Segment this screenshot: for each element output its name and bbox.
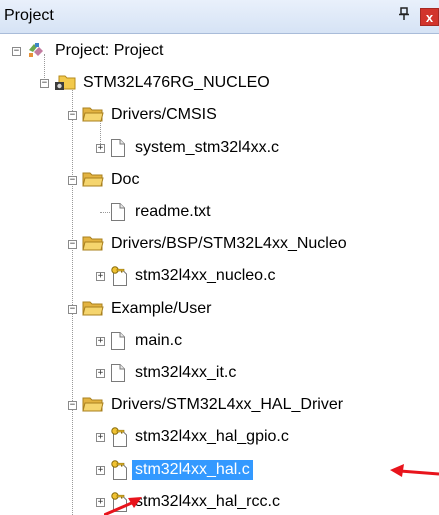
tree-connector	[100, 212, 110, 213]
tree-node-file[interactable]: + stm32l4xx_hal_rcc.c	[0, 488, 439, 515]
panel-titlebar: Project x	[0, 0, 439, 34]
expand-toggle-icon[interactable]: +	[96, 143, 105, 153]
tree-node-file[interactable]: + stm32l4xx_hal.c	[0, 456, 439, 484]
annotation-arrow-bottom	[104, 497, 142, 515]
collapse-toggle-icon[interactable]: −	[68, 401, 77, 411]
pin-icon[interactable]	[398, 7, 410, 24]
tree-node-label: stm32l4xx_hal.c	[132, 459, 253, 480]
tree-node-group[interactable]: − Drivers/BSP/STM32L4xx_Nucleo	[0, 230, 439, 258]
tree-node-label: stm32l4xx_hal_rcc.c	[135, 492, 280, 510]
tree-node-label: stm32l4xx_hal_gpio.c	[135, 428, 289, 446]
tree-node-label: Doc	[111, 170, 140, 188]
tree-node-label: Drivers/CMSIS	[111, 106, 217, 124]
collapse-toggle-icon[interactable]: −	[12, 47, 21, 56]
expand-toggle-icon[interactable]: +	[96, 369, 105, 378]
expand-toggle-icon[interactable]: +	[96, 336, 105, 346]
tree-node-file[interactable]: + main.c	[0, 327, 439, 355]
expand-toggle-icon[interactable]: +	[96, 465, 105, 475]
tree-node-file[interactable]: + stm32l4xx_nucleo.c	[0, 262, 439, 290]
collapse-toggle-icon[interactable]: −	[68, 111, 77, 121]
tree-node-label: Drivers/STM32L4xx_HAL_Driver	[111, 396, 344, 414]
tree-node-file[interactable]: + stm32l4xx_hal_gpio.c	[0, 423, 439, 451]
file-icon	[110, 363, 126, 388]
tree-node-target[interactable]: − STM32L476RG_NUCLEO	[0, 69, 439, 97]
key-file-icon	[110, 459, 128, 485]
tree-node-label: stm32l4xx_it.c	[135, 364, 237, 381]
folder-icon	[82, 395, 104, 417]
key-file-icon	[110, 266, 128, 291]
file-icon	[110, 138, 126, 163]
tree-node-group[interactable]: − Drivers/STM32L4xx_HAL_Driver	[0, 391, 439, 419]
tree-node-group[interactable]: − Drivers/CMSIS	[0, 101, 439, 129]
tree-node-label: Example/User	[111, 299, 212, 317]
tree-node-label: system_stm32l4xx.c	[135, 138, 280, 156]
tree-node-label: Drivers/BSP/STM32L4xx_Nucleo	[111, 235, 347, 253]
expand-toggle-icon[interactable]: +	[96, 433, 105, 443]
tree-node-label: Project: Project	[55, 42, 164, 59]
tree-node-file[interactable]: readme.txt	[0, 198, 439, 226]
tree-node-label: STM32L476RG_NUCLEO	[83, 74, 270, 92]
tree-node-group[interactable]: − Doc	[0, 166, 439, 194]
file-icon	[110, 202, 126, 227]
target-icon	[54, 73, 76, 96]
key-file-icon	[110, 427, 128, 452]
collapse-toggle-icon[interactable]: −	[40, 79, 49, 89]
folder-icon	[82, 170, 104, 192]
folder-icon	[82, 105, 104, 127]
expand-toggle-icon[interactable]: +	[96, 272, 105, 282]
folder-icon	[82, 299, 104, 321]
folder-icon	[82, 234, 104, 256]
tree-node-file[interactable]: + system_stm32l4xx.c	[0, 134, 439, 162]
annotation-arrow-right	[390, 464, 439, 477]
tree-node-project[interactable]: − Project: Project	[0, 37, 439, 65]
collapse-toggle-icon[interactable]: −	[68, 175, 77, 185]
close-button[interactable]: x	[420, 8, 439, 26]
tree-node-label: readme.txt	[135, 203, 211, 220]
collapse-toggle-icon[interactable]: −	[68, 304, 77, 314]
panel-title: Project	[4, 7, 54, 24]
project-panel: Project x − Project: Project − STM32L476RG_…	[0, 0, 439, 515]
file-icon	[110, 331, 126, 356]
collapse-toggle-icon[interactable]: −	[68, 240, 77, 250]
tree-node-file[interactable]: + stm32l4xx_it.c	[0, 359, 439, 387]
tree-node-label: stm32l4xx_nucleo.c	[135, 267, 276, 285]
project-tree: − Project: Project − STM32L476RG_NUCLEO − Dri…	[0, 34, 439, 515]
project-icon	[26, 41, 46, 64]
tree-node-group[interactable]: − Example/User	[0, 295, 439, 323]
tree-node-label: main.c	[135, 331, 183, 349]
